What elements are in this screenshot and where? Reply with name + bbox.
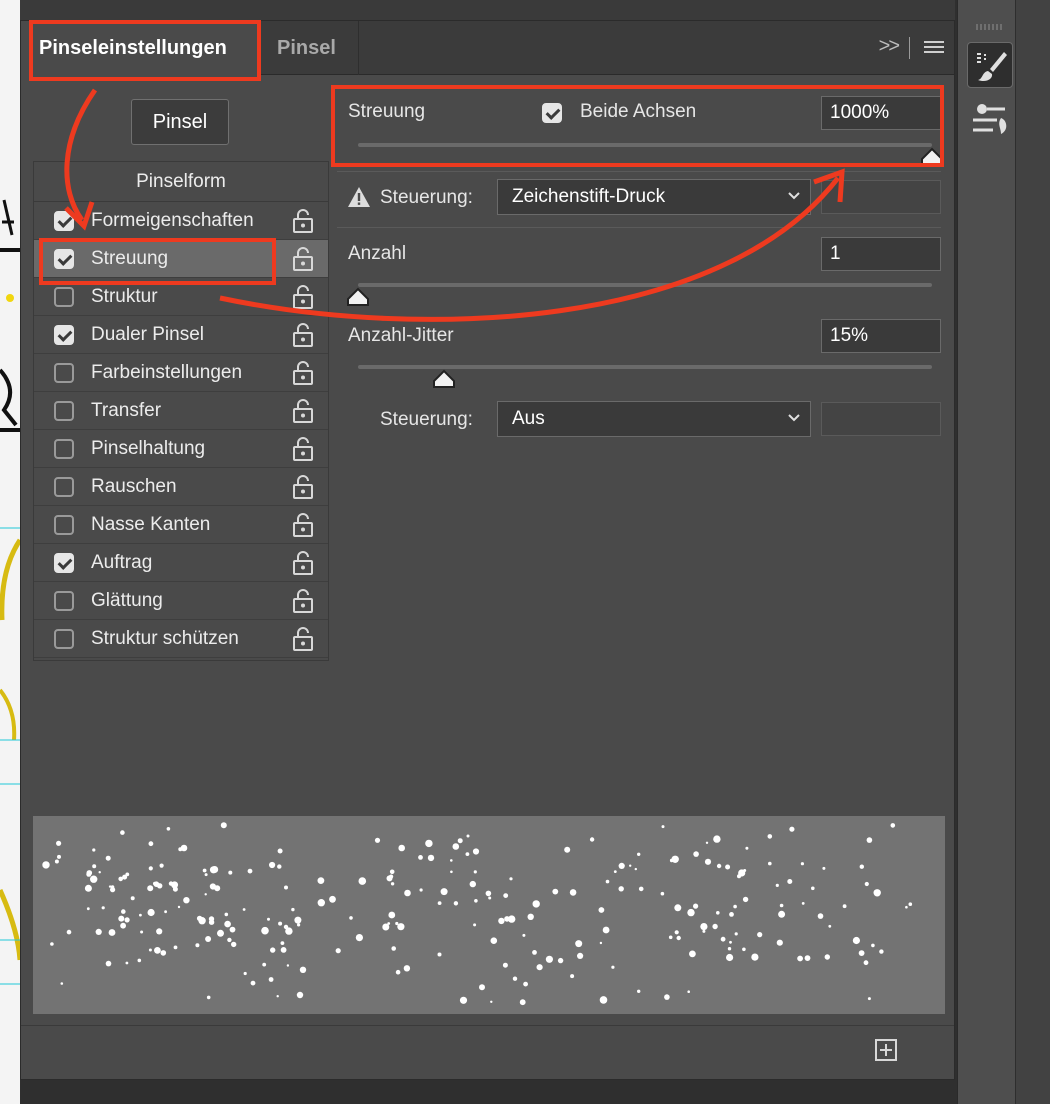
right-toolbar-column — [958, 0, 1016, 1104]
brush-icon — [977, 52, 1007, 82]
brush-settings-toggle-button[interactable] — [967, 42, 1013, 88]
right-toolbar — [957, 0, 1050, 1104]
brush-properties-button[interactable] — [967, 100, 1013, 140]
grip-icon[interactable] — [976, 24, 1004, 30]
brush-properties-icon — [973, 104, 1007, 134]
annotation-arrows — [64, 88, 845, 322]
